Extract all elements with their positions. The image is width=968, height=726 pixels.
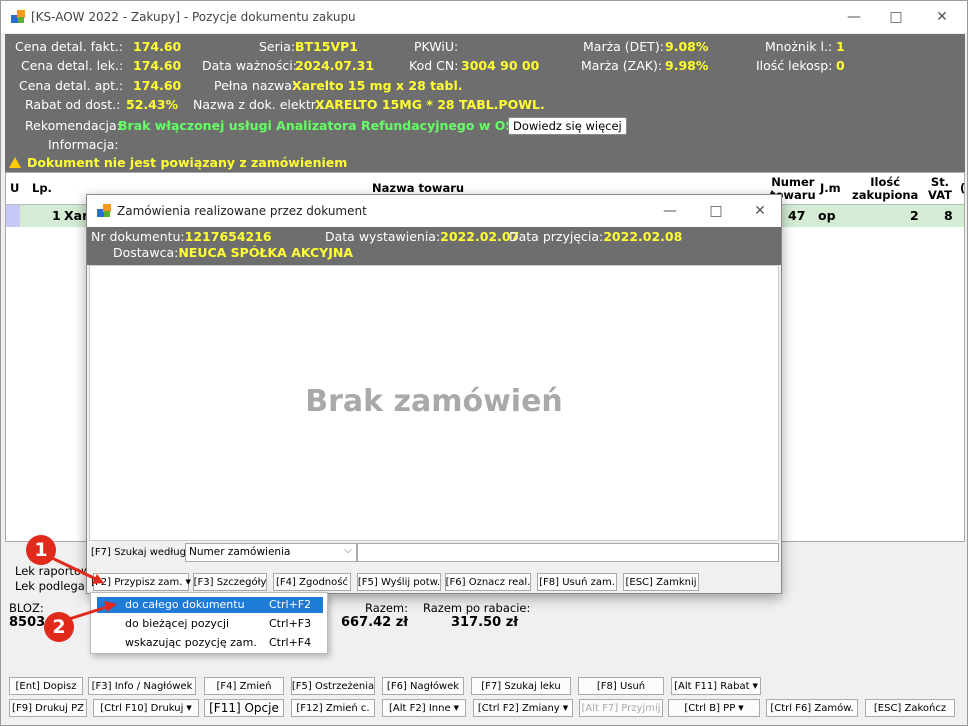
callout-badge-2: 2 <box>44 612 74 642</box>
callout-arrowhead-2 <box>104 601 117 612</box>
callout-arrows <box>51 556 117 622</box>
callout-arrow-2 <box>65 604 111 622</box>
callout-badge-1: 1 <box>26 535 56 565</box>
callout-arrow-1 <box>51 556 99 582</box>
